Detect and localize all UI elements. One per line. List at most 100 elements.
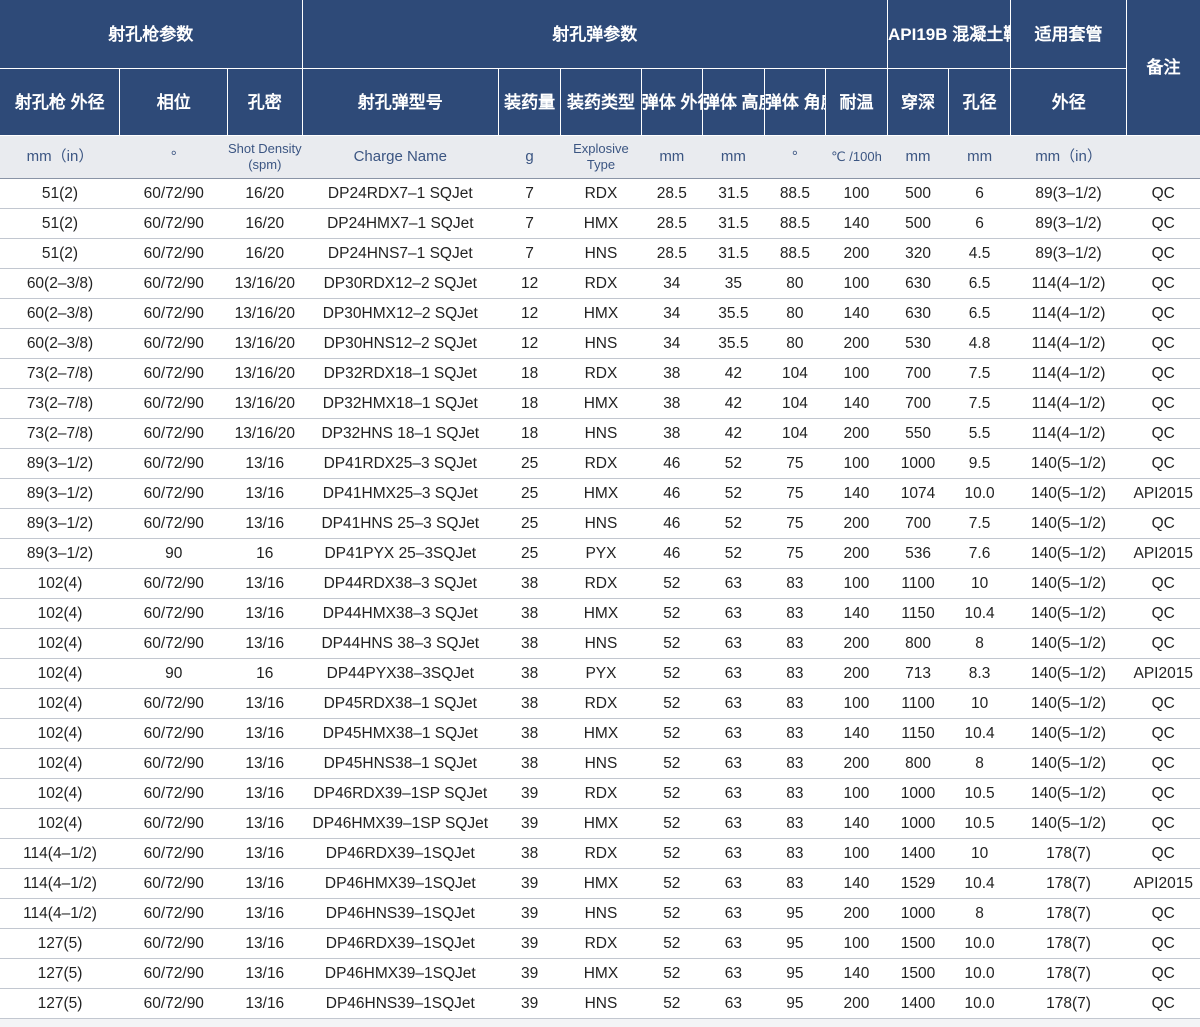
table-row: 102(4) 60/72/90 13/16 DP45HNS38–1 SQJet 38 HN… — [0, 748, 1200, 779]
col-temperature: 耐温 — [825, 68, 889, 136]
cell-load: 12 — [498, 298, 561, 329]
cell-charge-model: DP46RDX39–1SQJet — [302, 838, 499, 869]
cell-temperature: 200 — [825, 418, 888, 449]
cell-casing-od: 140(5–1/2) — [1010, 718, 1127, 749]
cell-penetration: 500 — [887, 208, 949, 239]
cell-shot-density: 13/16 — [227, 928, 303, 959]
cell-body-angle: 95 — [764, 958, 826, 989]
cell-body-height: 31.5 — [702, 238, 765, 269]
cell-phase: 60/72/90 — [119, 328, 228, 359]
cell-casing-od: 178(7) — [1010, 958, 1127, 989]
cell-charge-model: DP46HNS39–1SQJet — [302, 988, 499, 1019]
cell-temperature: 140 — [825, 868, 888, 899]
cell-body-angle: 83 — [764, 808, 826, 839]
cell-body-od: 52 — [641, 898, 703, 929]
cell-hole-diameter: 8 — [948, 628, 1011, 659]
cell-shot-density: 16 — [227, 538, 303, 569]
cell-explosive-type: HNS — [560, 898, 642, 929]
cell-body-angle: 83 — [764, 568, 826, 599]
cell-temperature: 140 — [825, 808, 888, 839]
cell-gun-od: 127(5) — [0, 958, 120, 989]
cell-body-od: 52 — [641, 688, 703, 719]
cell-body-height: 63 — [702, 988, 765, 1019]
cell-body-height: 63 — [702, 568, 765, 599]
cell-shot-density: 13/16 — [227, 478, 303, 509]
cell-remarks: API2015 — [1126, 478, 1200, 509]
cell-explosive-type: RDX — [560, 688, 642, 719]
cell-load: 18 — [498, 388, 561, 419]
cell-load: 39 — [498, 898, 561, 929]
cell-shot-density: 13/16 — [227, 898, 303, 929]
cell-body-angle: 83 — [764, 688, 826, 719]
cell-hole-diameter: 9.5 — [948, 448, 1011, 479]
cell-shot-density: 13/16 — [227, 718, 303, 749]
col-body-height: 弹体 高度 — [702, 68, 765, 136]
cell-penetration: 1000 — [887, 808, 949, 839]
col-charge-model: 射孔弹型号 — [302, 68, 500, 136]
table-row: 102(4) 60/72/90 13/16 DP45RDX38–1 SQJet 38 RD… — [0, 688, 1200, 719]
cell-penetration: 320 — [887, 238, 949, 269]
table-row: 102(4) 60/72/90 13/16 DP45HMX38–1 SQJet 38 HM… — [0, 718, 1200, 749]
table-row: 60(2–3/8) 60/72/90 13/16/20 DP30HMX12–2 SQJ… — [0, 298, 1200, 329]
cell-explosive-type: HMX — [560, 208, 642, 239]
cell-body-angle: 83 — [764, 658, 826, 689]
cell-remarks: QC — [1126, 748, 1200, 779]
cell-body-angle: 83 — [764, 598, 826, 629]
cell-charge-model: DP44PYX38–3SQJet — [302, 658, 499, 689]
cell-body-height: 63 — [702, 658, 765, 689]
table-row: 114(4–1/2) 60/72/90 13/16 DP46HNS39–1SQJet 3… — [0, 898, 1200, 929]
cell-hole-diameter: 10 — [948, 838, 1011, 869]
cell-temperature: 100 — [825, 358, 888, 389]
cell-charge-model: DP44RDX38–3 SQJet — [302, 568, 499, 599]
cell-phase: 60/72/90 — [119, 838, 228, 869]
unit-cell: Explosive Type — [560, 135, 642, 179]
cell-gun-od: 60(2–3/8) — [0, 328, 120, 359]
cell-penetration: 800 — [887, 628, 949, 659]
cell-charge-model: DP46RDX39–1SP SQJet — [302, 778, 499, 809]
cell-load: 38 — [498, 598, 561, 629]
cell-explosive-type: HNS — [560, 748, 642, 779]
cell-charge-model: DP46HNS39–1SQJet — [302, 898, 499, 929]
cell-gun-od: 51(2) — [0, 178, 120, 209]
cell-body-angle: 88.5 — [764, 208, 826, 239]
cell-shot-density: 16 — [227, 658, 303, 689]
cell-hole-diameter: 7.5 — [948, 508, 1011, 539]
cell-load: 38 — [498, 748, 561, 779]
table-row: 114(4–1/2) 60/72/90 13/16 DP46RDX39–1SQJet 3… — [0, 838, 1200, 869]
cell-shot-density: 13/16 — [227, 688, 303, 719]
cell-phase: 60/72/90 — [119, 808, 228, 839]
cell-shot-density: 13/16/20 — [227, 328, 303, 359]
cell-charge-model: DP24HNS7–1 SQJet — [302, 238, 499, 269]
cell-remarks: QC — [1126, 958, 1200, 989]
cell-remarks: API2015 — [1126, 538, 1200, 569]
cell-phase: 60/72/90 — [119, 628, 228, 659]
cell-body-od: 34 — [641, 298, 703, 329]
cell-load: 7 — [498, 178, 561, 209]
cell-body-height: 42 — [702, 388, 765, 419]
cell-gun-od: 114(4–1/2) — [0, 868, 120, 899]
cell-temperature: 100 — [825, 688, 888, 719]
cell-casing-od: 140(5–1/2) — [1010, 628, 1127, 659]
cell-phase: 60/72/90 — [119, 268, 228, 299]
cell-body-od: 52 — [641, 838, 703, 869]
cell-shot-density: 13/16 — [227, 868, 303, 899]
unit-cell: ° — [764, 135, 826, 179]
cell-temperature: 200 — [825, 538, 888, 569]
cell-temperature: 200 — [825, 628, 888, 659]
table-row: 89(3–1/2) 60/72/90 13/16 DP41HNS 25–3 SQJet… — [0, 508, 1200, 539]
cell-body-height: 35.5 — [702, 298, 765, 329]
cell-body-od: 52 — [641, 958, 703, 989]
header-api19b-concrete-target: API19B 混凝土靶 — [887, 0, 1012, 69]
cell-casing-od: 140(5–1/2) — [1010, 808, 1127, 839]
cell-casing-od: 140(5–1/2) — [1010, 538, 1127, 569]
cell-phase: 60/72/90 — [119, 448, 228, 479]
cell-hole-diameter: 10.4 — [948, 598, 1011, 629]
cell-body-angle: 83 — [764, 778, 826, 809]
cell-casing-od: 114(4–1/2) — [1010, 358, 1127, 389]
cell-remarks: QC — [1126, 298, 1200, 329]
cell-temperature: 200 — [825, 748, 888, 779]
cell-body-height: 52 — [702, 508, 765, 539]
cell-body-od: 28.5 — [641, 208, 703, 239]
table-row: 73(2–7/8) 60/72/90 13/16/20 DP32RDX18–1 SQJ… — [0, 358, 1200, 389]
cell-gun-od: 102(4) — [0, 808, 120, 839]
